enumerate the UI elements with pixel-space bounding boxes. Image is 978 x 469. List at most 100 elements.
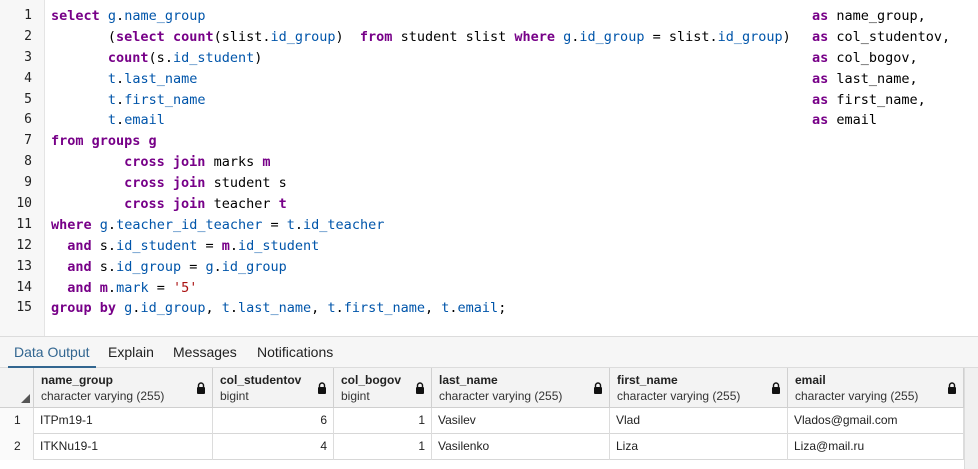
cell-col-studentov[interactable]: 4 (213, 434, 334, 460)
cell-name-group[interactable]: ITKNu19-1 (34, 434, 213, 460)
code-token: . (107, 279, 117, 296)
code-token: id_group (270, 28, 336, 45)
tab-data-output[interactable]: Data Output (8, 337, 96, 368)
code-token: ( (51, 28, 117, 45)
cell-email[interactable]: Liza@mail.ru (788, 434, 964, 460)
row-number[interactable]: 1 (0, 408, 34, 434)
code-line[interactable]: 3 count(s.id_student) as col_bogov, (0, 48, 978, 69)
table-row[interactable]: 2 ITKNu19-1 4 1 Vasilenko Liza Liza@mail… (0, 434, 964, 460)
cell-name-group[interactable]: ITPm19-1 (34, 408, 213, 434)
code-line[interactable]: 11 where g.teacher_id_teacher = t.id_teac… (0, 215, 978, 236)
sql-editor[interactable]: 1 select g.name_group as name_group, 2 (sel… (0, 0, 978, 336)
code-token: as (812, 28, 837, 45)
table-row[interactable]: 1 ITPm19-1 6 1 Vasilev Vlad Vlados@gmail… (0, 408, 964, 434)
tab-explain[interactable]: Explain (102, 337, 160, 368)
code-token: = (197, 237, 222, 254)
code-token: s (99, 258, 108, 275)
code-line[interactable]: 12 and s.id_student = m.id_student (0, 236, 978, 257)
code-token: email (836, 112, 878, 129)
code-token: id_group (221, 258, 287, 275)
column-type: character varying (255) (439, 389, 563, 403)
tab-messages[interactable]: Messages (167, 337, 243, 368)
code-text: select g.name_group (51, 6, 205, 27)
code-line[interactable]: 6 t.email as email (0, 110, 978, 131)
column-type: bigint (220, 389, 249, 403)
code-token: t (327, 300, 336, 317)
code-token: . (116, 112, 125, 129)
code-token: count (172, 28, 214, 45)
code-token: t (286, 216, 295, 233)
code-token: id_group (140, 300, 206, 317)
code-line[interactable]: 15 group by g.id_group, t.last_name, t.fi… (0, 298, 978, 319)
code-text: cross join marks m (51, 152, 270, 173)
code-line[interactable]: 14 and m.mark = '5' (0, 278, 978, 299)
result-tabs: Data Output Explain Messages Notificatio… (0, 336, 978, 368)
line-number: 10 (16, 196, 32, 212)
code-line[interactable]: 7 from groups g (0, 131, 978, 152)
code-token: groups (91, 133, 149, 150)
code-area[interactable]: 1 select g.name_group as name_group, 2 (sel… (0, 6, 978, 319)
code-token: . (116, 8, 125, 24)
column-header-first-name[interactable]: first_name character varying (255) (610, 368, 788, 408)
code-token: id_group (717, 28, 783, 45)
code-token: t (107, 112, 117, 129)
code-token: marks (213, 154, 263, 171)
cell-last-name[interactable]: Vasilev (432, 408, 610, 434)
lock-icon (197, 382, 205, 394)
cell-col-studentov[interactable]: 6 (213, 408, 334, 434)
column-header-name-group[interactable]: name_group character varying (255) (34, 368, 213, 408)
column-header-last-name[interactable]: last_name character varying (255) (432, 368, 610, 408)
code-line[interactable]: 9 cross join student s (0, 173, 978, 194)
code-token: id_teacher (303, 216, 385, 233)
code-token: cross join (124, 154, 214, 171)
cell-email[interactable]: Vlados@gmail.com (788, 408, 964, 434)
vertical-scrollbar[interactable] (964, 368, 978, 469)
code-line[interactable]: 1 select g.name_group as name_group, (0, 6, 978, 27)
code-token: first_name, (836, 91, 926, 108)
code-token: t (107, 91, 117, 108)
data-output-grid: name_group character varying (255) col_s… (0, 368, 964, 469)
code-line[interactable]: 8 cross join marks m (0, 152, 978, 173)
column-name: first_name (617, 373, 678, 387)
line-number: 2 (24, 28, 32, 44)
code-token: . (709, 28, 718, 45)
code-line[interactable]: 10 cross join teacher t (0, 194, 978, 215)
code-token: student s (213, 175, 287, 192)
code-token: . (164, 49, 173, 66)
grid-header: name_group character varying (255) col_s… (0, 368, 964, 408)
code-line[interactable]: 4 t.last_name as last_name, (0, 69, 978, 90)
lock-icon (594, 382, 602, 394)
code-token: . (213, 258, 222, 275)
column-header-col-bogov[interactable]: col_bogov bigint (334, 368, 432, 408)
code-token: col_bogov, (836, 49, 918, 66)
code-line[interactable]: 2 (select count(slist.id_group) from stu… (0, 27, 978, 48)
column-header-col-studentov[interactable]: col_studentov bigint (213, 368, 334, 408)
code-text: group by g.id_group, t.last_name, t.firs… (51, 298, 506, 319)
code-line[interactable]: 5 t.first_name as first_name, (0, 90, 978, 111)
code-text: count(s.id_student) (51, 48, 262, 69)
code-token: t (107, 70, 117, 87)
code-token: name_group (124, 8, 206, 24)
code-token: mark (116, 279, 149, 296)
cell-last-name[interactable]: Vasilenko (432, 434, 610, 460)
cell-col-bogov[interactable]: 1 (334, 408, 432, 434)
code-token: , (205, 300, 222, 317)
code-token: id_student (238, 237, 320, 254)
cell-col-bogov[interactable]: 1 (334, 434, 432, 460)
column-header-email[interactable]: email character varying (255) (788, 368, 964, 408)
cell-first-name[interactable]: Vlad (610, 408, 788, 434)
select-all-corner[interactable] (0, 368, 34, 408)
line-number: 9 (24, 175, 32, 191)
code-token: = (181, 258, 206, 275)
code-line[interactable]: 13 and s.id_group = g.id_group (0, 257, 978, 278)
cell-first-name[interactable]: Liza (610, 434, 788, 460)
row-number[interactable]: 2 (0, 434, 34, 460)
tab-notifications[interactable]: Notifications (251, 337, 339, 368)
code-token: , (311, 300, 328, 317)
code-token: cross join (124, 196, 214, 213)
